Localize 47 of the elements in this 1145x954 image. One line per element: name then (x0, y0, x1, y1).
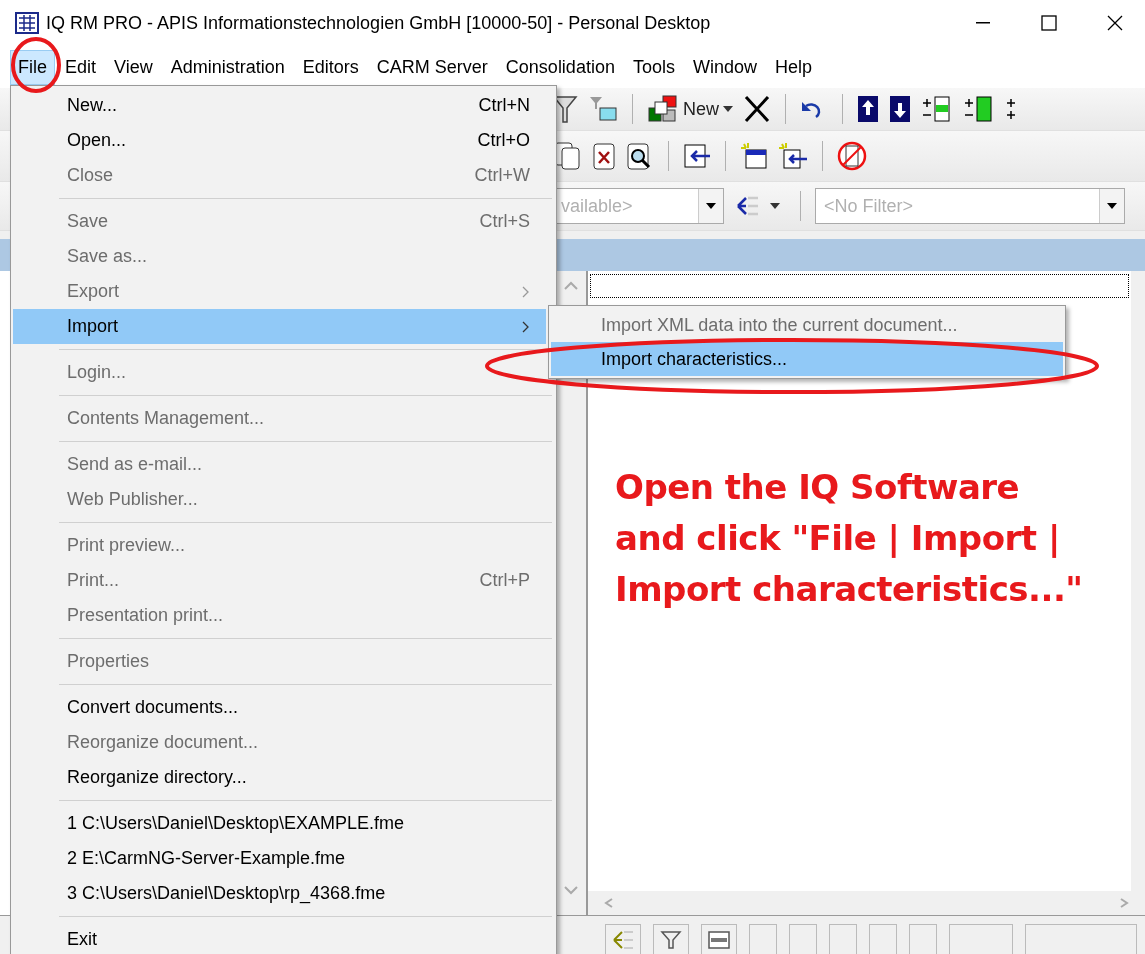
menu-bar-item[interactable]: View (106, 49, 161, 85)
menu-bar-item[interactable]: Help (767, 49, 820, 85)
status-panel (789, 924, 817, 954)
menu-item[interactable]: 1 C:\Users\Daniel\Desktop\EXAMPLE.fme (13, 806, 546, 841)
maximize-icon (1041, 15, 1057, 31)
menu-item[interactable]: Import (13, 309, 546, 344)
clipboard-delete-icon[interactable] (592, 141, 616, 171)
expand-level-icon[interactable] (921, 95, 953, 123)
filter-list-icon[interactable] (588, 94, 618, 124)
status-panel (869, 924, 897, 954)
menu-bar-item[interactable]: Editors (294, 49, 367, 85)
menu-bar-item[interactable]: Tools (624, 49, 683, 85)
caret-icon (723, 106, 733, 112)
menu-item[interactable]: Open... Ctrl+O (13, 123, 546, 158)
menu-item[interactable]: 3 C:\Users\Daniel\Desktop\rp_4368.fme (13, 876, 546, 911)
app-icon (14, 10, 40, 36)
menu-item[interactable]: 2 E:\CarmNG-Server-Example.fme (13, 841, 546, 876)
new-button[interactable]: New (647, 94, 733, 124)
new-insert-icon[interactable] (778, 142, 808, 170)
input-field[interactable] (590, 274, 1129, 298)
menu-item[interactable]: Convert documents... (13, 690, 546, 725)
menu-item[interactable]: Exit (13, 922, 546, 954)
menu-bar-item[interactable]: Edit (57, 49, 105, 85)
menu-item[interactable]: New... Ctrl+N (13, 88, 546, 123)
status-panel (909, 924, 937, 954)
menu-item[interactable]: Reorganize directory... (13, 760, 546, 795)
highlight-ellipse (10, 36, 62, 94)
menu-bar-item[interactable]: Administration (162, 49, 293, 85)
menu-item[interactable]: Import characteristics... (551, 342, 1063, 376)
menu-bar-item[interactable]: Consolidation (497, 49, 623, 85)
move-down-icon[interactable] (889, 95, 911, 123)
window-title: IQ RM PRO - APIS Informationstechnologien GmbH [10000-50] - Personal Desktop (46, 12, 712, 34)
new-window-icon[interactable] (740, 142, 768, 170)
status-panel (829, 924, 857, 954)
minimize-icon (976, 22, 990, 24)
expand-all-icon[interactable] (963, 95, 995, 123)
status-panel (749, 924, 777, 954)
no-entry-icon[interactable] (837, 141, 867, 171)
instruction-text: Open the IQ Software and click "File | Import | Import characteristics..." (615, 466, 1084, 611)
delete-icon[interactable] (743, 94, 771, 124)
menu-bar-item[interactable]: Window (684, 49, 765, 85)
close-icon (1107, 15, 1123, 31)
menu-bar-item[interactable]: CARM Server (368, 49, 496, 85)
move-up-icon[interactable] (857, 95, 879, 123)
squares-icon (647, 94, 679, 124)
status-panel (949, 924, 1013, 954)
insert-icon[interactable] (683, 143, 711, 169)
